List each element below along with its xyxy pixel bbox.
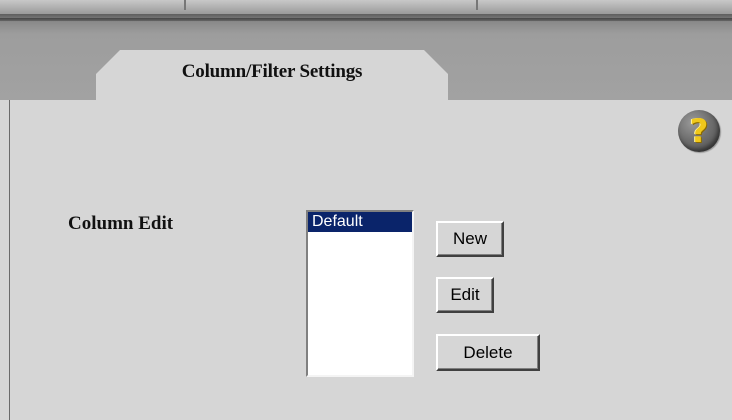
column-edit-label: Column Edit <box>68 213 174 234</box>
help-button[interactable]: ? <box>678 110 720 152</box>
top-strip <box>0 0 732 14</box>
edit-button[interactable]: Edit <box>436 277 494 313</box>
list-item-default[interactable]: Default <box>308 212 412 232</box>
column-set-listbox[interactable]: Default <box>306 210 414 377</box>
top-divider <box>184 0 186 10</box>
new-button[interactable]: New <box>436 221 504 257</box>
top-divider <box>476 0 478 10</box>
tab-title: Column/Filter Settings <box>181 61 363 82</box>
panel-margin <box>0 100 9 420</box>
delete-button[interactable]: Delete <box>436 334 540 371</box>
help-icon: ? <box>689 111 709 150</box>
header-shine <box>0 18 732 21</box>
